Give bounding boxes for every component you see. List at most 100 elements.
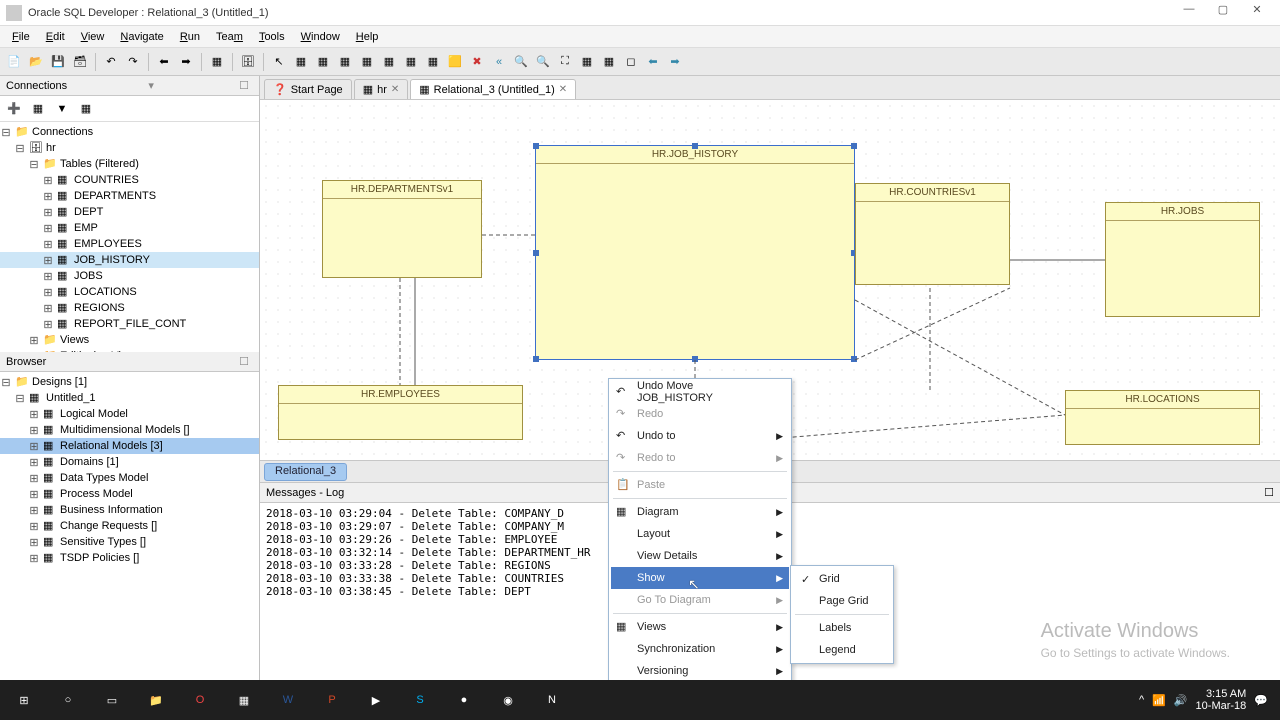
menu-help[interactable]: Help	[348, 29, 387, 45]
tree-table-job_history[interactable]: ⊞▦JOB_HISTORY	[0, 252, 259, 268]
nav-fwd-icon[interactable]: ➡	[665, 52, 685, 72]
entity-employees[interactable]: HR.EMPLOYEES	[278, 385, 523, 440]
entity-jobs[interactable]: HR.JOBS	[1105, 202, 1260, 317]
entity-locations[interactable]: HR.LOCATIONS	[1065, 390, 1260, 445]
ctx-undo-to[interactable]: ↶Undo to▶	[611, 425, 789, 447]
tree-table-departments[interactable]: ⊞▦DEPARTMENTS	[0, 188, 259, 204]
undo-icon[interactable]: ↶	[101, 52, 121, 72]
browser-item[interactable]: ⊞▦Change Requests []	[0, 518, 259, 534]
browser-item[interactable]: ⊞▦Business Information	[0, 502, 259, 518]
network-icon[interactable]: 📶	[1152, 694, 1166, 707]
netbeans-icon[interactable]: N	[530, 680, 574, 720]
close-button[interactable]: ✕	[1240, 3, 1274, 23]
menu-edit[interactable]: Edit	[38, 29, 73, 45]
connections-tree[interactable]: ⊟📁Connections ⊟🗄hr ⊟📁Tables (Filtered) ⊞…	[0, 122, 259, 352]
menu-file[interactable]: File	[4, 29, 38, 45]
save-icon[interactable]: 💾	[48, 52, 68, 72]
app1-icon[interactable]: ▦	[222, 680, 266, 720]
save-all-icon[interactable]: 🗃	[70, 52, 90, 72]
conn-tool2-icon[interactable]: ▦	[76, 99, 96, 119]
menu-run[interactable]: Run	[172, 29, 208, 45]
tray-up-icon[interactable]: ^	[1139, 694, 1144, 706]
grid2-icon[interactable]: ▦	[599, 52, 619, 72]
submenu-legend[interactable]: Legend	[793, 639, 891, 661]
ctx-versioning[interactable]: Versioning▶	[611, 660, 789, 682]
maximize-button[interactable]: ▢	[1206, 3, 1240, 23]
system-tray[interactable]: ^ 📶 🔊 3:15 AM 10-Mar-18 💬	[1129, 688, 1278, 712]
ctx-views[interactable]: ▦Views▶	[611, 616, 789, 638]
tree-table-countries[interactable]: ⊞▦COUNTRIES	[0, 172, 259, 188]
powerpoint-icon[interactable]: P	[310, 680, 354, 720]
browser-item[interactable]: ⊞▦Relational Models [3]	[0, 438, 259, 454]
ctx-undo-move[interactable]: ↶Undo Move JOB_HISTORY	[611, 381, 789, 403]
file-explorer-icon[interactable]: 📁	[134, 680, 178, 720]
entity-job-history[interactable]: HR.JOB_HISTORY	[535, 145, 855, 360]
rewind-icon[interactable]: «	[489, 52, 509, 72]
open-icon[interactable]: 📂	[26, 52, 46, 72]
tree-table-locations[interactable]: ⊞▦LOCATIONS	[0, 284, 259, 300]
submenu-labels[interactable]: Labels	[793, 617, 891, 639]
cortana-icon[interactable]: ○	[46, 680, 90, 720]
back-icon[interactable]: ⬅	[154, 52, 174, 72]
browser-close-icon[interactable]: ☐	[235, 355, 253, 368]
filter-icon[interactable]: ▼	[52, 99, 72, 119]
ctx-view-details[interactable]: View Details▶	[611, 545, 789, 567]
tree-connections-root[interactable]: ⊟📁Connections	[0, 124, 259, 140]
redo-icon[interactable]: ↷	[123, 52, 143, 72]
close-icon[interactable]: ✕	[559, 84, 567, 95]
menu-navigate[interactable]: Navigate	[112, 29, 171, 45]
minimize-button[interactable]: —	[1172, 3, 1206, 23]
submenu-grid[interactable]: ✓Grid	[793, 568, 891, 590]
volume-icon[interactable]: 🔊	[1174, 694, 1188, 707]
nav-back-icon[interactable]: ⬅	[643, 52, 663, 72]
app3-icon[interactable]: ●	[442, 680, 486, 720]
tree-tables-filtered[interactable]: ⊟📁Tables (Filtered)	[0, 156, 259, 172]
start-button[interactable]: ⊞	[2, 680, 46, 720]
browser-item[interactable]: ⊞▦Sensitive Types []	[0, 534, 259, 550]
delete-icon[interactable]: ✖	[467, 52, 487, 72]
tree-table-jobs[interactable]: ⊞▦JOBS	[0, 268, 259, 284]
notifications-icon[interactable]: 💬	[1254, 694, 1268, 707]
task-view-icon[interactable]: ▭	[90, 680, 134, 720]
menu-team[interactable]: Team	[208, 29, 251, 45]
tool1-icon[interactable]: ▦	[291, 52, 311, 72]
tool5-icon[interactable]: ▦	[379, 52, 399, 72]
menu-tools[interactable]: Tools	[251, 29, 293, 45]
grid-icon[interactable]: ▦	[577, 52, 597, 72]
browser-item[interactable]: ⊞▦TSDP Policies []	[0, 550, 259, 566]
tree-table-employees[interactable]: ⊞▦EMPLOYEES	[0, 236, 259, 252]
submenu-page-grid[interactable]: Page Grid	[793, 590, 891, 612]
ctx-diagram[interactable]: ▦Diagram▶	[611, 501, 789, 523]
menu-window[interactable]: Window	[293, 29, 348, 45]
ctx-synchronization[interactable]: Synchronization▶	[611, 638, 789, 660]
new-icon[interactable]: 📄	[4, 52, 24, 72]
tool7-icon[interactable]: ▦	[423, 52, 443, 72]
tab-relational-bottom[interactable]: Relational_3	[264, 463, 347, 481]
forward-icon[interactable]: ➡	[176, 52, 196, 72]
browser-item[interactable]: ⊞▦Domains [1]	[0, 454, 259, 470]
tree-untitled[interactable]: ⊟▦Untitled_1	[0, 390, 259, 406]
chrome-icon[interactable]: ◉	[486, 680, 530, 720]
tree-table-emp[interactable]: ⊞▦EMP	[0, 220, 259, 236]
messages-close-icon[interactable]: ☐	[1264, 486, 1274, 499]
tree-designs[interactable]: ⊟📁Designs [1]	[0, 374, 259, 390]
ctx-show[interactable]: Show▶	[611, 567, 789, 589]
tool2-icon[interactable]: ▦	[313, 52, 333, 72]
pointer-icon[interactable]: ↖	[269, 52, 289, 72]
tree-table-dept[interactable]: ⊞▦DEPT	[0, 204, 259, 220]
win-icon[interactable]: ◻	[621, 52, 641, 72]
tab-hr[interactable]: ▦hr✕	[354, 79, 409, 99]
tree-table-regions[interactable]: ⊞▦REGIONS	[0, 300, 259, 316]
tree-views[interactable]: ⊞📁Views	[0, 332, 259, 348]
close-icon[interactable]: ✕	[391, 84, 399, 95]
sql-icon[interactable]: ▦	[207, 52, 227, 72]
note-icon[interactable]: 🟨	[445, 52, 465, 72]
menu-view[interactable]: View	[73, 29, 113, 45]
zoom-in-icon[interactable]: 🔍	[511, 52, 531, 72]
tool3-icon[interactable]: ▦	[335, 52, 355, 72]
tree-hr[interactable]: ⊟🗄hr	[0, 140, 259, 156]
browser-item[interactable]: ⊞▦Process Model	[0, 486, 259, 502]
tool4-icon[interactable]: ▦	[357, 52, 377, 72]
tab-start-page[interactable]: ❓Start Page	[264, 79, 352, 99]
word-icon[interactable]: W	[266, 680, 310, 720]
